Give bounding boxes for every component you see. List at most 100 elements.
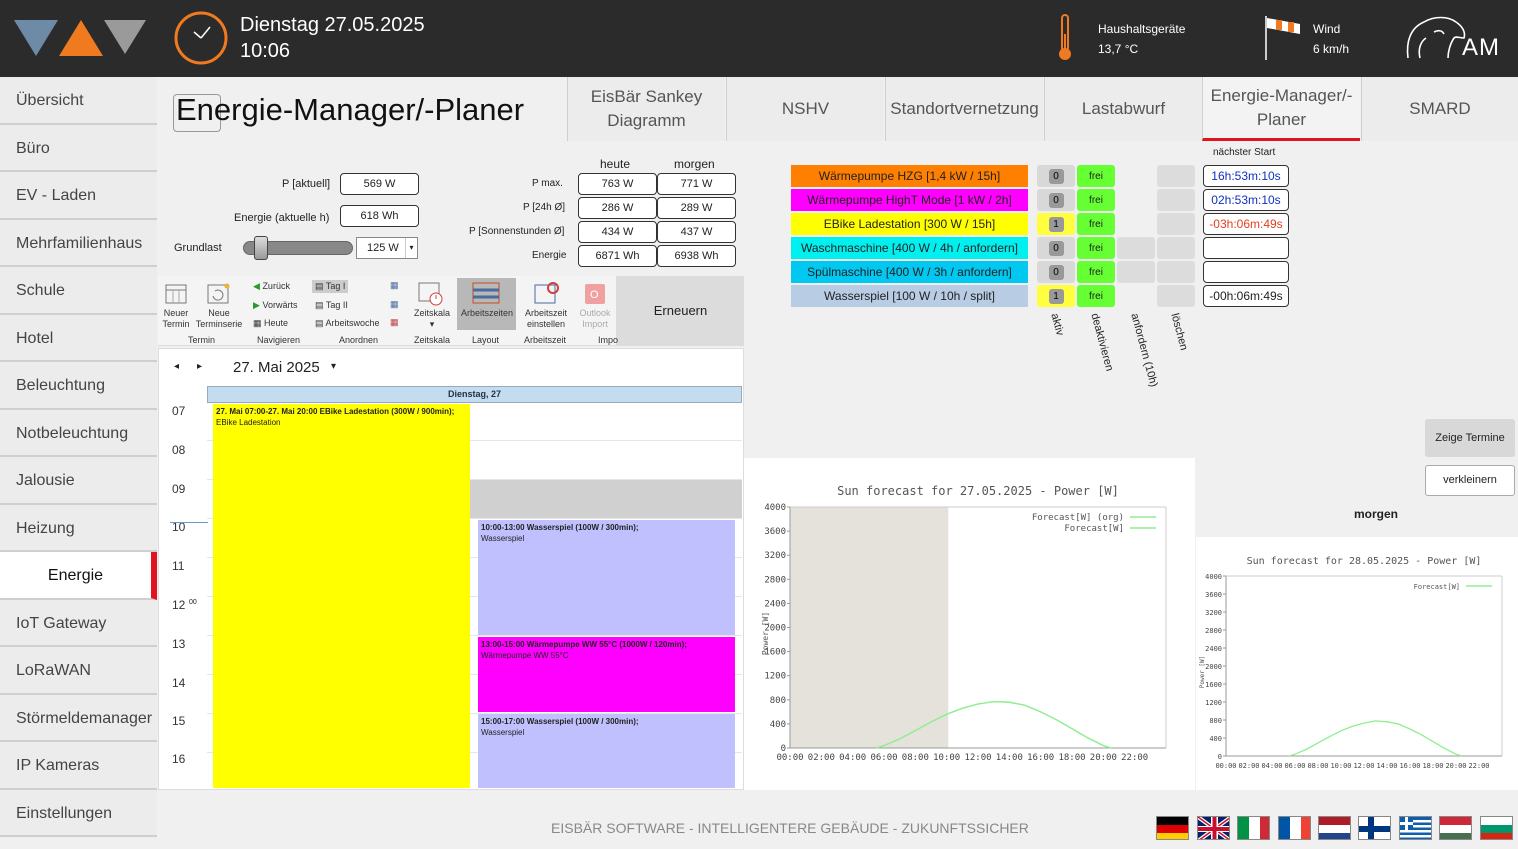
- appliances-label: Haushaltsgeräte: [1098, 22, 1186, 36]
- device-delete-button[interactable]: [1157, 189, 1195, 211]
- device-deactivate-button[interactable]: frei: [1077, 165, 1115, 187]
- device-name[interactable]: Wärmepumpe HighT Mode [1 kW / 2h]: [791, 189, 1028, 211]
- appointment-wasserspiel-1[interactable]: 10:00-13:00 Wasserspiel (100W / 300min);…: [478, 520, 735, 635]
- set-worktime-button[interactable]: Arbeitszeit einstellen: [520, 308, 572, 330]
- device-delete-button[interactable]: [1157, 261, 1195, 283]
- today-button[interactable]: ▦ Heute: [253, 318, 288, 329]
- day1-view-button[interactable]: ▤ Tag I: [312, 280, 349, 293]
- device-active-toggle[interactable]: 0: [1037, 237, 1075, 259]
- device-delete-button[interactable]: [1157, 165, 1195, 187]
- sun-forecast-chart-today: Sun forecast for 27.05.2025 - Power [W] 0…: [761, 484, 1167, 763]
- device-next-start: [1203, 261, 1289, 283]
- sidebar-item-beleuchtung[interactable]: Beleuchtung: [0, 362, 157, 410]
- eisbaer-logo-icon: [14, 20, 146, 56]
- flag-france-icon[interactable]: [1278, 816, 1311, 840]
- chart-y-tick-label: 4000: [764, 503, 786, 513]
- baseload-slider-thumb[interactable]: [253, 236, 268, 260]
- flag-germany-icon[interactable]: [1156, 816, 1189, 840]
- flag-hungary-icon[interactable]: [1439, 816, 1472, 840]
- timeline-view-icon[interactable]: ▦: [390, 299, 399, 310]
- calendar-date-label[interactable]: 27. Mai 2025: [233, 359, 320, 376]
- sidebar-item-ip-kameras[interactable]: IP Kameras: [0, 742, 157, 790]
- flag-uk-icon[interactable]: [1197, 816, 1230, 840]
- device-deactivate-button[interactable]: frei: [1077, 285, 1115, 307]
- device-delete-button[interactable]: [1157, 213, 1195, 235]
- timescale-button[interactable]: Zeitskala ▾: [411, 308, 453, 330]
- sidebar-item-buero[interactable]: Büro: [0, 124, 157, 172]
- energy-label: Energie (aktuelle h): [234, 212, 330, 224]
- prev-day-button[interactable]: ◂: [174, 361, 179, 372]
- baseload-slider[interactable]: [243, 236, 353, 260]
- flag-greece-icon[interactable]: [1399, 816, 1432, 840]
- sidebar-item-energie[interactable]: Energie: [0, 552, 157, 600]
- baseload-select[interactable]: 125 W ▾: [356, 237, 418, 259]
- device-active-toggle[interactable]: 1: [1037, 213, 1075, 235]
- next-day-button[interactable]: ▸: [197, 361, 202, 372]
- sidebar-item-einstellungen[interactable]: Einstellungen: [0, 789, 157, 837]
- flag-finland-icon[interactable]: [1358, 816, 1391, 840]
- worktimes-button[interactable]: Arbeitszeiten: [458, 308, 516, 319]
- sidebar-item-iot-gateway[interactable]: IoT Gateway: [0, 599, 157, 647]
- device-name[interactable]: EBike Ladestation [300 W / 15h]: [791, 213, 1028, 235]
- device-deactivate-button[interactable]: frei: [1077, 213, 1115, 235]
- device-next-start: -00h:06m:49s: [1203, 285, 1289, 307]
- device-deactivate-button[interactable]: frei: [1077, 189, 1115, 211]
- new-appointment-button[interactable]: Neuer Termin: [160, 308, 192, 330]
- device-active-toggle[interactable]: 0: [1037, 189, 1075, 211]
- appointment-waermepumpe[interactable]: 13:00-15:00 Wärmepumpe WW 55°C (1000W / …: [478, 637, 735, 712]
- flag-netherlands-icon[interactable]: [1318, 816, 1351, 840]
- sidebar-item-ev-laden[interactable]: EV - Laden: [0, 172, 157, 220]
- wind-value: 6 km/h: [1313, 42, 1350, 56]
- sidebar-item-schule[interactable]: Schule: [0, 267, 157, 315]
- sidebar-item-hotel[interactable]: Hotel: [0, 314, 157, 362]
- sidebar-item-stoermeldemanager[interactable]: Störmeldemanager: [0, 694, 157, 742]
- sidebar-item-lorawan[interactable]: LoRaWAN: [0, 647, 157, 695]
- shrink-button[interactable]: verkleinern: [1425, 465, 1515, 496]
- polar-bear-icon: [1406, 16, 1466, 59]
- new-series-button[interactable]: Neue Terminserie: [195, 308, 243, 330]
- device-request-button[interactable]: [1117, 237, 1155, 259]
- device-active-toggle[interactable]: 0: [1037, 165, 1075, 187]
- back-button[interactable]: ◀ Zurück: [253, 281, 290, 292]
- tab-energie-manager[interactable]: Energie-Manager/- Planer: [1202, 77, 1360, 141]
- device-name[interactable]: Wasserspiel [100 W / 10h / split]: [791, 285, 1028, 307]
- sidebar-item-mehrfamilienhaus[interactable]: Mehrfamilienhaus: [0, 219, 157, 267]
- device-delete-button[interactable]: [1157, 237, 1195, 259]
- appointment-wasserspiel-2[interactable]: 15:00-17:00 Wasserspiel (100W / 300min);…: [478, 714, 735, 788]
- tab-nshv[interactable]: NSHV: [726, 77, 884, 141]
- tab-sankey[interactable]: EisBär Sankey Diagramm: [567, 77, 725, 141]
- device-name[interactable]: Spülmaschine [400 W / 3h / anfordern]: [791, 261, 1028, 283]
- workweek-view-button[interactable]: ▤ Arbeitswoche: [315, 318, 380, 329]
- device-delete-button[interactable]: [1157, 285, 1195, 307]
- appointment-ebike[interactable]: 27. Mai 07:00-27. Mai 20:00 EBike Ladest…: [213, 404, 470, 788]
- stats-psun-today: 434 W: [578, 221, 657, 243]
- chart-x-tick-label: 08:00: [902, 753, 929, 763]
- tab-smard[interactable]: SMARD: [1361, 77, 1518, 141]
- device-deactivate-button[interactable]: frei: [1077, 237, 1115, 259]
- month-view-icon[interactable]: ▦: [390, 280, 399, 291]
- device-name[interactable]: Waschmaschine [400 W / 4h / anfordern]: [791, 237, 1028, 259]
- flag-italy-icon[interactable]: [1237, 816, 1270, 840]
- schedule-view-icon[interactable]: ▦: [390, 317, 399, 328]
- date-dropdown-icon[interactable]: ▾: [331, 361, 336, 372]
- sidebar-item-heizung[interactable]: Heizung: [0, 504, 157, 552]
- show-appointments-button[interactable]: Zeige Termine: [1425, 419, 1515, 457]
- day2-view-button[interactable]: ▤ Tag II: [315, 300, 348, 311]
- device-deactivate-button[interactable]: frei: [1077, 261, 1115, 283]
- tab-standortvernetzung[interactable]: Standortvernetzung: [885, 77, 1043, 141]
- device-request-button[interactable]: [1117, 261, 1155, 283]
- device-active-toggle[interactable]: 0: [1037, 261, 1075, 283]
- device-active-toggle[interactable]: 1: [1037, 285, 1075, 307]
- chart-x-tick-label: 04:00: [1261, 762, 1282, 770]
- flag-bulgaria-icon[interactable]: [1480, 816, 1513, 840]
- sidebar-item-notbeleuchtung[interactable]: Notbeleuchtung: [0, 409, 157, 457]
- sidebar-item-jalousie[interactable]: Jalousie: [0, 457, 157, 505]
- outlook-import-button[interactable]: Outlook Import: [574, 308, 616, 330]
- renew-button[interactable]: Erneuern: [617, 276, 744, 346]
- tab-lastabwurf[interactable]: Lastabwurf: [1044, 77, 1202, 141]
- device-free-label: frei: [1089, 170, 1103, 182]
- sidebar-item-uebersicht[interactable]: Übersicht: [0, 77, 157, 125]
- forward-button[interactable]: ▶ Vorwärts: [253, 300, 297, 311]
- device-name[interactable]: Wärmepumpe HZG [1,4 kW / 15h]: [791, 165, 1028, 187]
- workweek-label: Arbeitswoche: [325, 318, 380, 328]
